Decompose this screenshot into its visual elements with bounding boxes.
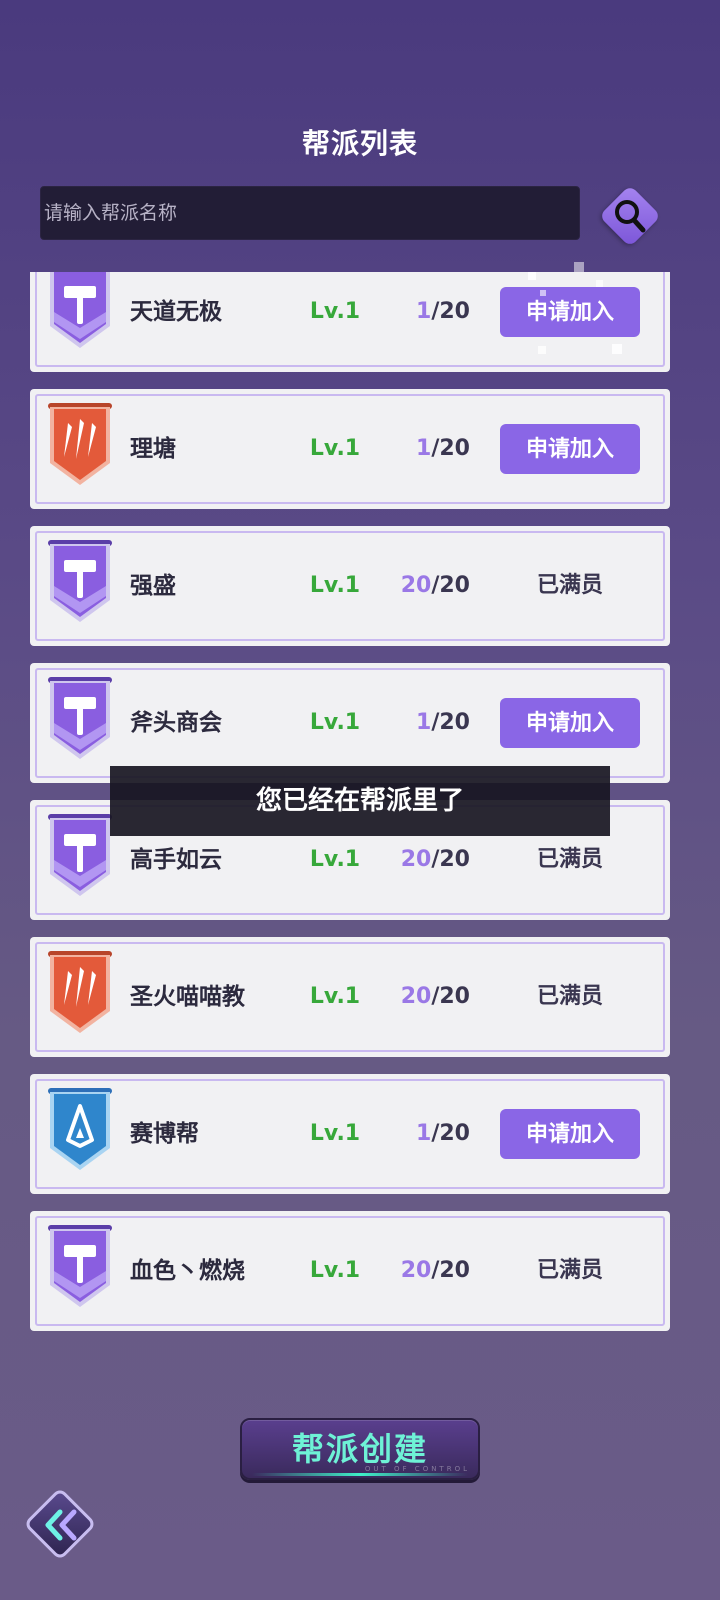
guild-member-count: 20/20 (380, 526, 470, 646)
hammer-emblem-icon (44, 272, 116, 354)
guild-member-count: 1/20 (380, 1074, 470, 1194)
guild-row[interactable]: 强盛 Lv.1 20/20 已满员 (30, 526, 670, 646)
guild-name: 理塘 (130, 436, 176, 462)
guild-member-capacity: /20 (431, 1121, 470, 1146)
double-chevron-left-icon (45, 1509, 77, 1541)
guild-member-count: 20/20 (380, 1211, 470, 1331)
guild-member-capacity: /20 (431, 847, 470, 872)
search-button[interactable] (598, 184, 662, 248)
apply-join-button[interactable]: 申请加入 (500, 424, 640, 474)
claw-emblem-icon (44, 949, 116, 1039)
guild-full-label: 已满员 (536, 573, 603, 598)
guild-member-current: 20 (400, 1258, 432, 1283)
guild-member-current: 1 (416, 436, 432, 461)
guild-member-capacity: /20 (431, 710, 470, 735)
toast-message: 您已经在帮派里了 (110, 766, 610, 836)
guild-member-count: 1/20 (380, 663, 470, 783)
guild-member-capacity: /20 (431, 299, 470, 324)
claw-emblem-icon (44, 401, 116, 491)
hammer-emblem-icon (44, 675, 116, 765)
guild-level: Lv.1 (309, 299, 361, 324)
guild-member-current: 20 (400, 984, 432, 1009)
crystal-emblem-icon (44, 1086, 116, 1176)
guild-name: 斧头商会 (130, 710, 222, 736)
hammer-emblem-icon (44, 812, 116, 902)
create-guild-sublabel: OUT OF CONTROL (364, 1465, 470, 1473)
apply-join-button[interactable]: 申请加入 (500, 287, 640, 337)
apply-join-button[interactable]: 申请加入 (500, 698, 640, 748)
guild-level: Lv.1 (309, 573, 361, 598)
guild-member-count: 1/20 (380, 389, 470, 509)
guild-name: 赛博帮 (130, 1121, 199, 1147)
guild-member-count: 20/20 (380, 937, 470, 1057)
back-button[interactable] (22, 1486, 98, 1562)
guild-row[interactable]: 圣火喵喵教 Lv.1 20/20 已满员 (30, 937, 670, 1057)
page-title: 帮派列表 (301, 127, 418, 160)
guild-member-current: 20 (400, 847, 432, 872)
guild-level: Lv.1 (309, 436, 361, 461)
guild-row[interactable]: 斧头商会 Lv.1 1/20 申请加入 (30, 663, 670, 783)
guild-member-current: 1 (416, 710, 432, 735)
guild-member-capacity: /20 (431, 1258, 470, 1283)
apply-join-button[interactable]: 申请加入 (500, 1109, 640, 1159)
guild-row[interactable]: 理塘 Lv.1 1/20 申请加入 (30, 389, 670, 509)
guild-row[interactable]: 血色丶燃烧 Lv.1 20/20 已满员 (30, 1211, 670, 1331)
guild-member-current: 1 (416, 1121, 432, 1146)
guild-row[interactable]: 天道无极 Lv.1 1/20 申请加入 (30, 272, 670, 372)
guild-level: Lv.1 (309, 710, 361, 735)
create-guild-button[interactable]: 帮派创建 OUT OF CONTROL (240, 1418, 480, 1480)
guild-name: 强盛 (130, 573, 176, 599)
guild-name: 天道无极 (130, 299, 222, 325)
guild-member-current: 1 (416, 299, 432, 324)
search-input[interactable] (41, 187, 579, 239)
guild-full-label: 已满员 (536, 984, 603, 1009)
hammer-emblem-icon (44, 1223, 116, 1313)
search-input-box[interactable] (40, 186, 580, 240)
guild-name: 圣火喵喵教 (130, 984, 245, 1010)
guild-row[interactable]: 赛博帮 Lv.1 1/20 申请加入 (30, 1074, 670, 1194)
guild-member-count: 1/20 (380, 272, 470, 372)
guild-member-current: 20 (400, 573, 432, 598)
guild-level: Lv.1 (309, 984, 361, 1009)
search-icon (615, 200, 646, 233)
guild-member-capacity: /20 (431, 436, 470, 461)
guild-full-label: 已满员 (536, 1258, 603, 1283)
guild-member-capacity: /20 (431, 573, 470, 598)
guild-name: 血色丶燃烧 (130, 1258, 245, 1284)
guild-level: Lv.1 (309, 1121, 361, 1146)
hammer-emblem-icon (44, 538, 116, 628)
guild-member-capacity: /20 (431, 984, 470, 1009)
guild-level: Lv.1 (309, 1258, 361, 1283)
